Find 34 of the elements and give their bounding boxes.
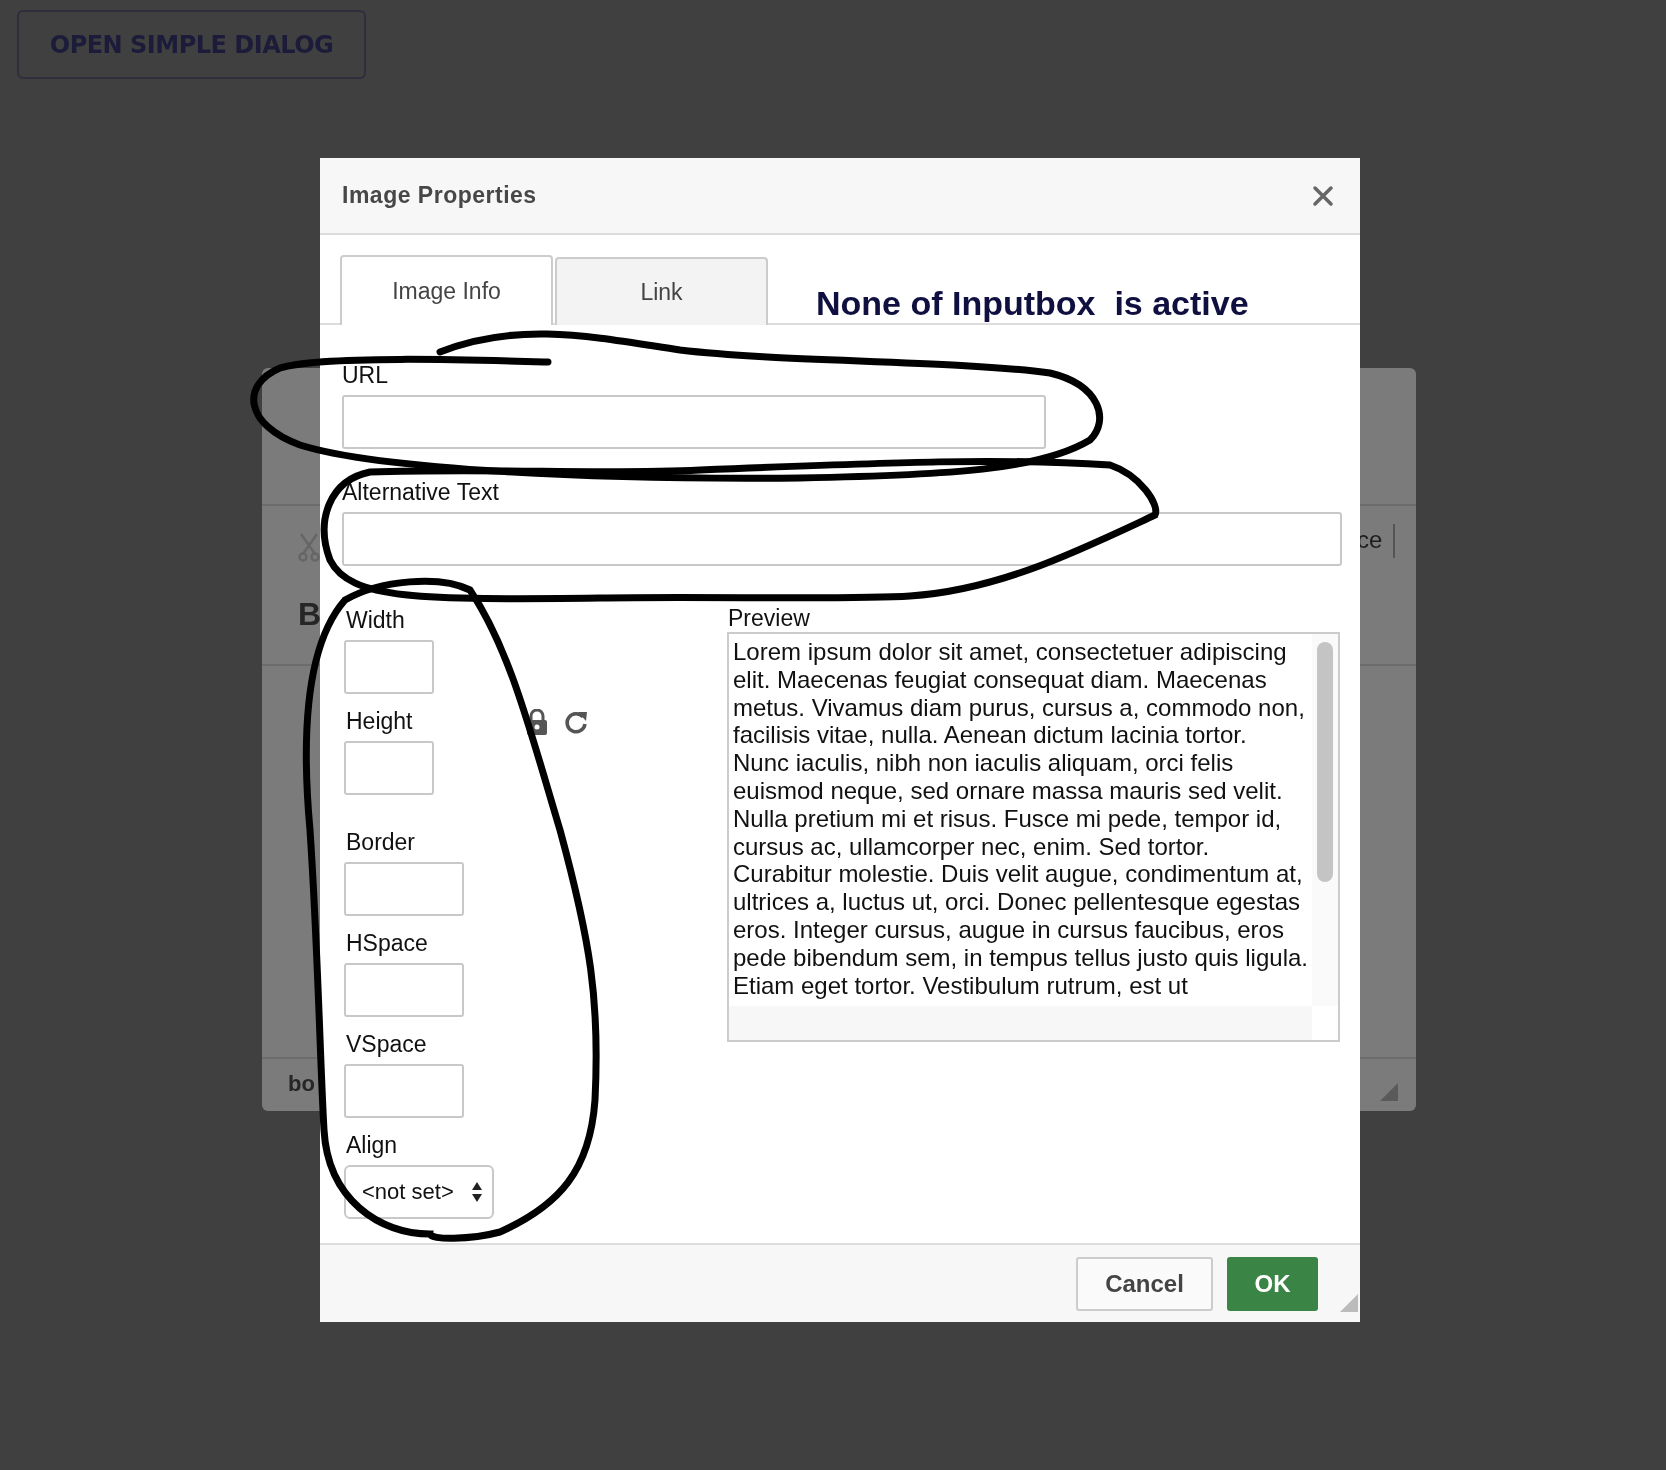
tab[interactable]: Image Info xyxy=(340,255,553,325)
resize-grip-icon[interactable] xyxy=(1380,1083,1398,1101)
sort-arrows-icon xyxy=(472,1181,482,1203)
height-field[interactable] xyxy=(344,741,434,795)
width-field[interactable] xyxy=(344,640,434,694)
reset-icon[interactable] xyxy=(564,709,588,735)
field-label: HSpace xyxy=(346,931,429,955)
scrollbar-thumb[interactable] xyxy=(1317,642,1333,882)
lock-icon[interactable] xyxy=(526,709,548,735)
status-path: bo xyxy=(288,1071,315,1097)
field-label: Align xyxy=(346,1133,399,1157)
scissors-icon xyxy=(298,532,320,562)
field-label: URL xyxy=(342,363,389,387)
tab[interactable]: Link xyxy=(555,257,768,325)
spacing-field[interactable] xyxy=(344,862,464,916)
spacing-field[interactable] xyxy=(344,963,464,1017)
ok-button[interactable]: OK xyxy=(1227,1256,1318,1311)
cancel-button[interactable]: Cancel xyxy=(1076,1256,1213,1311)
dialog-title: Image Properties xyxy=(342,182,537,209)
field-label: VSpace xyxy=(346,1032,428,1056)
align-select[interactable]: <not set> xyxy=(344,1165,494,1219)
field-label: Border xyxy=(346,830,417,854)
resize-grip-icon[interactable] xyxy=(1340,1294,1358,1312)
field-label: Preview xyxy=(728,606,810,630)
url-field[interactable] xyxy=(342,395,1046,449)
bold-tool[interactable]: B xyxy=(298,596,322,633)
field-label: Width xyxy=(346,608,406,632)
preview-text: Lorem ipsum dolor sit amet, consectetuer adipiscing elit. Maecenas feugiat consequat diam. Maecenas metus. Vivamus diam purus, cursus a, commodo non, facilisis vitae, nulla. Aenean dictum lacinia tortor. Nunc iaculis, nibh non iaculis aliquam, orci felis euismod neque, sed ornare massa mauris sed velit. Nulla pretium mi et risus. Fusce mi pede, tempor id, cursus ac, ullamcorper nec, enim. Sed tortor. Curabitur molestie. Duis velit augue, condimentum at, ultrices a, luctus ut, orci. Donec pellentesque egestas eros. Integer cursus, augue in cursus faucibus, eros pede bibendum sem, in tempus tellus justo quis ligula. Etiam eget tortor. Vestibulum rutrum, est ut xyxy=(732,637,1309,1001)
spacing-field[interactable] xyxy=(344,1064,464,1118)
close-icon[interactable] xyxy=(1312,184,1334,207)
alternative-text-field[interactable] xyxy=(342,512,1342,566)
field-label: Height xyxy=(346,709,414,733)
status-heading: None of Inputbox is active xyxy=(816,283,1249,323)
field-label: Alternative Text xyxy=(342,480,500,504)
